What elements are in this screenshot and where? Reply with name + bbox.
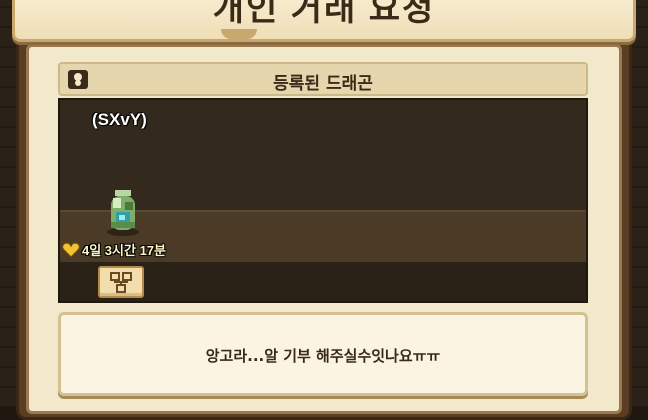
hatch-timer: 4일 3시간 17분	[62, 240, 166, 259]
dragon-egg-icon[interactable]	[102, 186, 144, 238]
dialog-title: 개인 거래 요청	[212, 0, 436, 28]
message-text: 앙고라...알 기부 해주실수잇나요ㅠㅠ	[205, 347, 441, 365]
title-banner: 개인 거래 요청	[12, 0, 636, 42]
timer-text: 4일 3시간 17분	[82, 243, 166, 258]
section-header: 등록된 드래곤	[58, 62, 588, 96]
dragon-name: (SXvY)	[92, 110, 147, 129]
family-tree-icon	[110, 272, 132, 293]
heart-icon	[62, 241, 80, 258]
message-box: 앙고라...알 기부 해주실수잇나요ㅠㅠ	[58, 312, 588, 396]
title-notch	[221, 29, 257, 39]
family-tree-button[interactable]	[98, 266, 144, 298]
section-title: 등록된 드래곤	[273, 74, 373, 94]
dragon-habitat: (SXvY) 4일 3시간 17분	[58, 98, 588, 303]
